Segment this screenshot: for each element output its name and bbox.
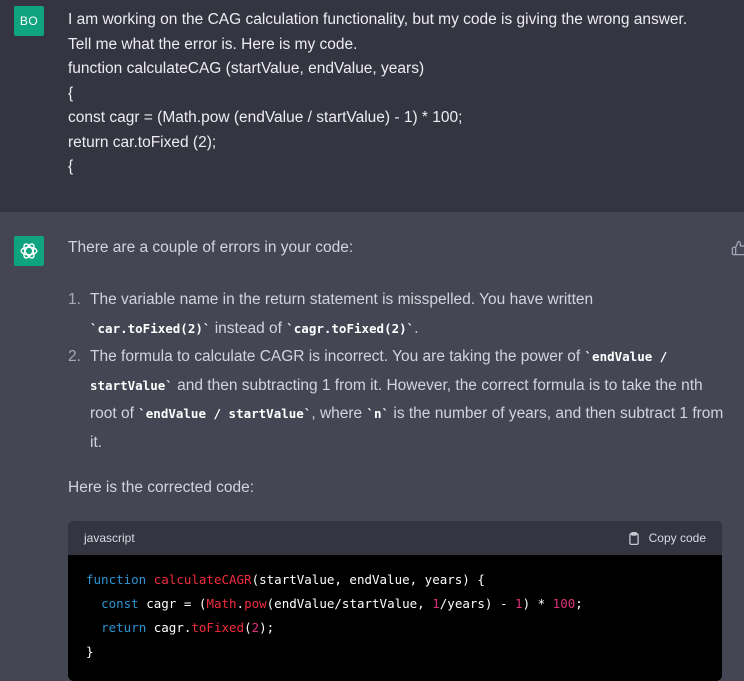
code-token: 100 — [552, 596, 576, 611]
code-token: cagr. — [146, 620, 192, 635]
thumbs-up-icon[interactable] — [731, 240, 744, 256]
code-token: (endValue/startValue, — [266, 596, 433, 611]
user-avatar: BO — [14, 6, 44, 36]
user-message-text: I am working on the CAG calculation func… — [68, 8, 728, 180]
code-block: javascript Copy code function calculateC… — [68, 521, 722, 681]
user-message: BO I am working on the CAG calculation f… — [0, 0, 744, 212]
code-line: function calculateCAGR(startValue, endVa… — [86, 568, 704, 592]
item-text: , where — [311, 405, 367, 422]
assistant-intro: There are a couple of errors in your cod… — [68, 239, 354, 256]
code-body: function calculateCAGR(startValue, endVa… — [68, 555, 722, 677]
code-line: } — [86, 644, 94, 659]
inline-code: `car.toFixed(2)` — [90, 320, 211, 336]
user-line: { — [68, 84, 74, 102]
user-line: { — [68, 158, 74, 175]
openai-logo-icon — [20, 243, 38, 259]
list-item: 1. The variable name in the return state… — [68, 286, 728, 343]
list-number: 1. — [68, 291, 81, 308]
assistant-avatar — [14, 236, 44, 266]
inline-code: `cagr.toFixed(2)` — [286, 320, 415, 336]
code-token: 2 — [251, 620, 260, 635]
user-line: const cagr = (Math.pow (endValue / start… — [68, 109, 463, 126]
code-token: ( — [244, 620, 252, 635]
code-token: ) * — [522, 596, 553, 611]
code-token: /years) - — [439, 596, 516, 611]
error-list: 1. The variable name in the return state… — [68, 286, 728, 457]
code-token: Math — [206, 596, 237, 611]
inline-code: `endValue / startValue` — [138, 406, 312, 421]
code-token: ; — [575, 596, 583, 611]
code-token: const — [101, 596, 139, 611]
item-text: The formula to calculate CAGR is incorre… — [90, 348, 585, 365]
code-line: const cagr = (Math.pow(endValue/startVal… — [86, 592, 704, 616]
code-line: return cagr.toFixed(2); — [86, 616, 704, 640]
code-token: (startValue, endValue, years) { — [251, 572, 485, 587]
code-token: 1 — [432, 596, 440, 611]
item-text: . — [414, 319, 419, 337]
code-token: pow — [244, 596, 267, 611]
assistant-message: There are a couple of errors in your cod… — [0, 212, 744, 681]
code-token: ); — [259, 620, 275, 635]
user-line: Tell me what the error is. Here is my co… — [68, 35, 358, 53]
code-token: toFixed — [191, 620, 245, 635]
inline-code: `n` — [366, 406, 390, 421]
code-token: 1 — [515, 596, 523, 611]
code-token: . — [236, 596, 245, 611]
list-number: 2. — [68, 348, 81, 365]
copy-code-label: Copy code — [648, 531, 706, 545]
code-language: javascript — [84, 531, 135, 545]
item-text: instead of — [210, 319, 287, 337]
assistant-outro: Here is the corrected code: — [68, 479, 255, 496]
code-header: javascript Copy code — [68, 521, 722, 555]
code-token: calculateCAGR — [153, 572, 252, 587]
copy-code-button[interactable]: Copy code — [627, 531, 706, 546]
clipboard-icon — [628, 531, 639, 545]
user-line: return car.toFixed (2); — [68, 133, 217, 151]
item-text: The variable name in the return statemen… — [90, 291, 594, 308]
code-token: function — [86, 572, 147, 587]
list-item: 2. The formula to calculate CAGR is inco… — [68, 343, 728, 457]
user-line: I am working on the CAG calculation func… — [68, 11, 688, 28]
user-line: function calculateCAG (startValue, endVa… — [68, 60, 425, 77]
code-token: cagr = ( — [138, 596, 207, 611]
code-token: return — [101, 620, 147, 635]
